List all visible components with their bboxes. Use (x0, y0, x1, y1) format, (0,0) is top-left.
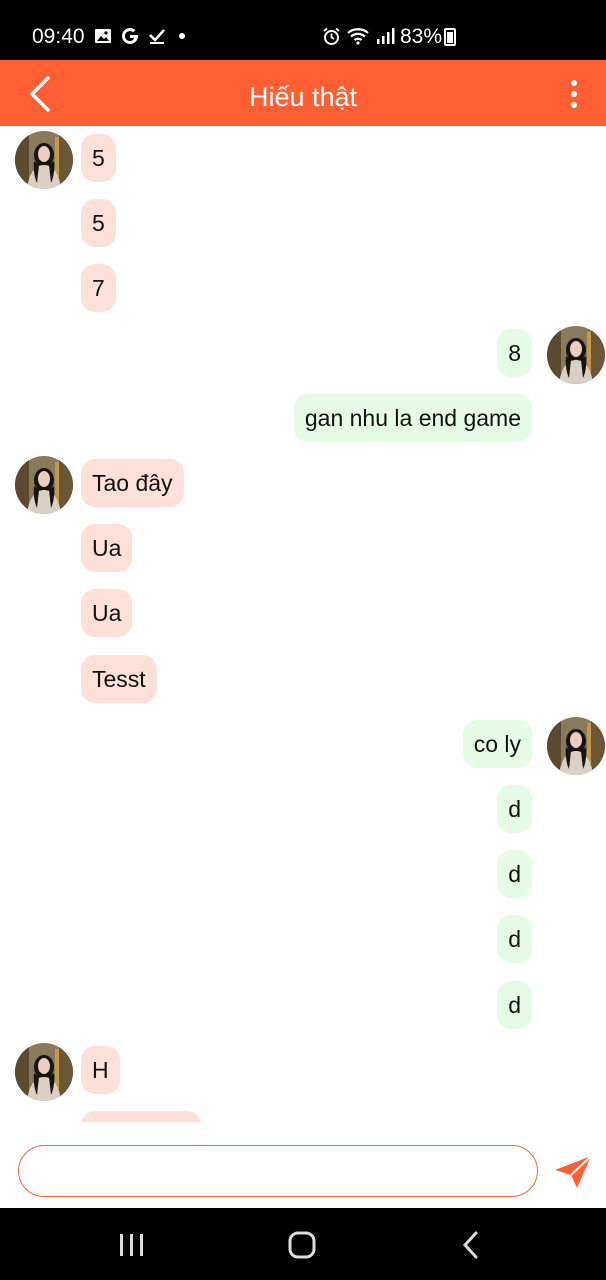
incoming-message-bubble[interactable]: 5 (81, 134, 116, 182)
battery-icon (444, 28, 456, 46)
check-icon (149, 29, 165, 44)
more-vertical-icon[interactable] (566, 78, 582, 110)
incoming-message-bubble[interactable]: H (81, 1046, 120, 1094)
outgoing-message-bubble[interactable]: co ly (462, 720, 532, 768)
system-nav-bar (0, 1208, 606, 1280)
incoming-message-bubble[interactable]: 5 (81, 199, 116, 247)
wifi-icon (347, 28, 369, 45)
home-icon[interactable] (284, 1230, 320, 1260)
status-bar: 09:40 83% (0, 0, 606, 60)
contact-avatar[interactable] (15, 456, 73, 514)
composer (0, 1122, 606, 1208)
google-icon (122, 28, 138, 44)
outgoing-message-bubble[interactable]: d (497, 915, 532, 963)
outgoing-message-bubble[interactable]: 8 (497, 329, 532, 377)
message-input[interactable] (18, 1145, 538, 1197)
incoming-message-bubble[interactable]: Ua (81, 524, 133, 572)
status-time: 09:40 (32, 25, 85, 48)
outgoing-message-bubble[interactable]: d (497, 981, 532, 1029)
incoming-message-bubble[interactable]: Tesst (81, 655, 157, 703)
outgoing-message-bubble[interactable]: d (497, 785, 532, 833)
signal-icon (377, 28, 395, 44)
battery-percent: 83% (400, 25, 443, 48)
recent-apps-icon[interactable] (114, 1230, 150, 1260)
outgoing-message-bubble[interactable]: d (497, 850, 532, 898)
user-avatar[interactable] (547, 717, 605, 775)
incoming-message-bubble[interactable]: Ua (81, 589, 133, 637)
chat-header: Hiếu thật (0, 60, 606, 126)
message-list[interactable]: 5 5 7 8 gan nhu la end game Tao đây Ua Ua Tes… (0, 126, 606, 1122)
system-icons (322, 26, 395, 46)
incoming-message-bubble[interactable] (81, 1111, 201, 1122)
gallery-icon (95, 29, 111, 43)
contact-avatar[interactable] (15, 131, 73, 189)
notification-icons (94, 26, 190, 46)
outgoing-message-bubble[interactable]: gan nhu la end game (293, 394, 532, 442)
alarm-icon (323, 27, 340, 45)
send-icon[interactable] (553, 1154, 593, 1190)
dot-icon (179, 33, 185, 39)
user-avatar[interactable] (547, 326, 605, 384)
chat-title: Hiếu thật (248, 82, 358, 112)
incoming-message-bubble[interactable]: Tao đây (81, 459, 184, 507)
incoming-message-bubble[interactable]: 7 (81, 264, 116, 312)
back-icon[interactable] (454, 1230, 490, 1260)
contact-avatar[interactable] (15, 1043, 73, 1101)
